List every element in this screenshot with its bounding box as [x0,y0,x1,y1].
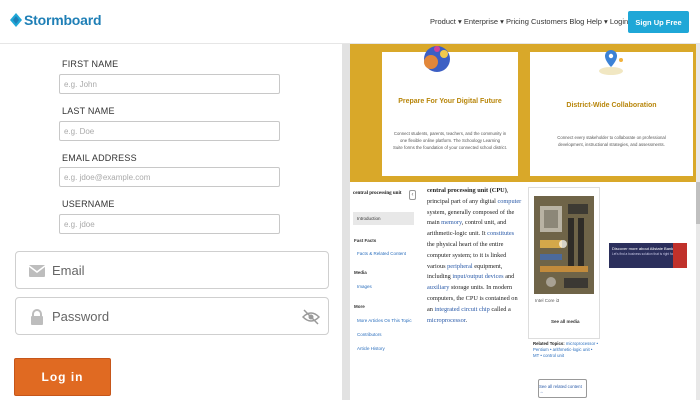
card-title: District-Wide Collaboration [566,102,657,109]
nav-enterprise[interactable]: Enterprise [464,17,498,26]
contributors-link[interactable]: Contributors [357,332,382,337]
fast-facts-heading: Fast Facts [354,238,377,243]
link-computer[interactable]: computer [497,198,521,205]
logo-text: Stormboard [24,12,102,28]
password-field[interactable]: Password [15,297,329,335]
top-nav-bar: Stormboard Product ▾ Enterprise ▾ Pricin… [0,0,700,44]
see-all-media-link[interactable]: See all media [551,319,580,324]
password-placeholder: Password [52,309,110,324]
link-memory[interactable]: memory [441,219,462,226]
envelope-icon [28,265,46,277]
related-topics: Related Topics: microprocessor • Pentium… [533,341,599,359]
login-button[interactable]: Log in [14,358,111,396]
eye-slash-icon[interactable] [302,309,320,325]
feature-card-district-collaboration: District-Wide Collaboration Connect ever… [530,50,693,176]
community-globe-icon [424,46,450,72]
facts-link[interactable]: Facts & Related Content [357,251,406,256]
media-caption: Intel Core i3 [535,298,560,303]
ad-subline: Let's find a business solution that is r… [612,252,680,256]
advertisement-banner[interactable]: Discover more about Allstate Bank Let's … [609,243,687,268]
ad-accent [673,243,687,268]
link-peripheral[interactable]: peripheral [447,263,473,270]
username-input[interactable] [59,214,280,234]
link-constitutes[interactable]: constitutes [487,230,514,237]
scrollbar[interactable] [696,44,700,400]
motherboard-image[interactable] [534,196,594,294]
article-sidebar-title: central processing unit [353,191,402,196]
ad-headline: Discover more about Allstate Bank [612,246,674,251]
nav-pricing[interactable]: Pricing [506,17,529,26]
first-name-label: FIRST NAME [62,59,119,69]
map-pin-icon [599,50,623,75]
chevron-down-icon: ▾ [603,17,608,26]
nav-product[interactable]: Product [430,17,456,26]
lock-icon [31,309,43,325]
link-auxiliary[interactable]: auxiliary [427,284,449,291]
link-integrated-circuit-chip[interactable]: integrated circuit chip [435,306,490,313]
article-history-link[interactable]: Article History [357,346,385,351]
more-heading: More [354,304,365,309]
panel-divider [342,44,350,400]
username-label: USERNAME [62,199,115,209]
chevron-down-icon: ▾ [457,17,462,26]
nav-customers[interactable]: Customers [531,17,567,26]
nav-blog[interactable]: Blog [569,17,584,26]
stormboard-logo[interactable]: Stormboard [10,12,102,28]
article-term: central processing unit (CPU) [427,187,507,194]
card-text: Connect students, parents, teachers, and… [393,131,507,150]
link-input-output-devices[interactable]: input/output devices [452,273,503,280]
link-microprocessor[interactable]: microprocessor [427,317,465,324]
nav-login[interactable]: Login [610,17,628,26]
collapse-sidebar-button[interactable]: ‹ [409,190,416,200]
card-title: Prepare For Your Digital Future [398,98,502,105]
page: Stormboard Product ▾ Enterprise ▾ Pricin… [0,0,700,400]
logo-icon [10,13,22,27]
first-name-input[interactable] [59,74,280,94]
more-articles-link[interactable]: More Articles On This Topic [357,318,412,323]
media-heading: Media [354,270,367,275]
see-all-related-button[interactable]: See all related content → [538,379,587,398]
last-name-label: LAST NAME [62,106,115,116]
toc-item-introduction[interactable]: Introduction [353,212,414,225]
card-text: Connect every stakeholder to collaborate… [557,135,666,147]
email-address-label: EMAIL ADDRESS [62,153,137,163]
related-topics-label: Related Topics: [533,341,565,346]
images-link[interactable]: Images [357,284,372,289]
nav-help[interactable]: Help [586,17,601,26]
main-nav: Product ▾ Enterprise ▾ Pricing Customers… [430,17,638,26]
sign-up-button[interactable]: Sign Up Free [628,11,689,33]
article-body: central processing unit (CPU), principal… [427,187,522,324]
scrollbar-thumb[interactable] [696,182,700,224]
last-name-input[interactable] [59,121,280,141]
chevron-down-icon: ▾ [500,17,504,26]
email-address-input[interactable] [59,167,280,187]
feature-card-digital-future: Prepare For Your Digital Future Connect … [382,46,518,176]
email-field[interactable]: Email [15,251,329,289]
email-placeholder: Email [52,263,85,278]
